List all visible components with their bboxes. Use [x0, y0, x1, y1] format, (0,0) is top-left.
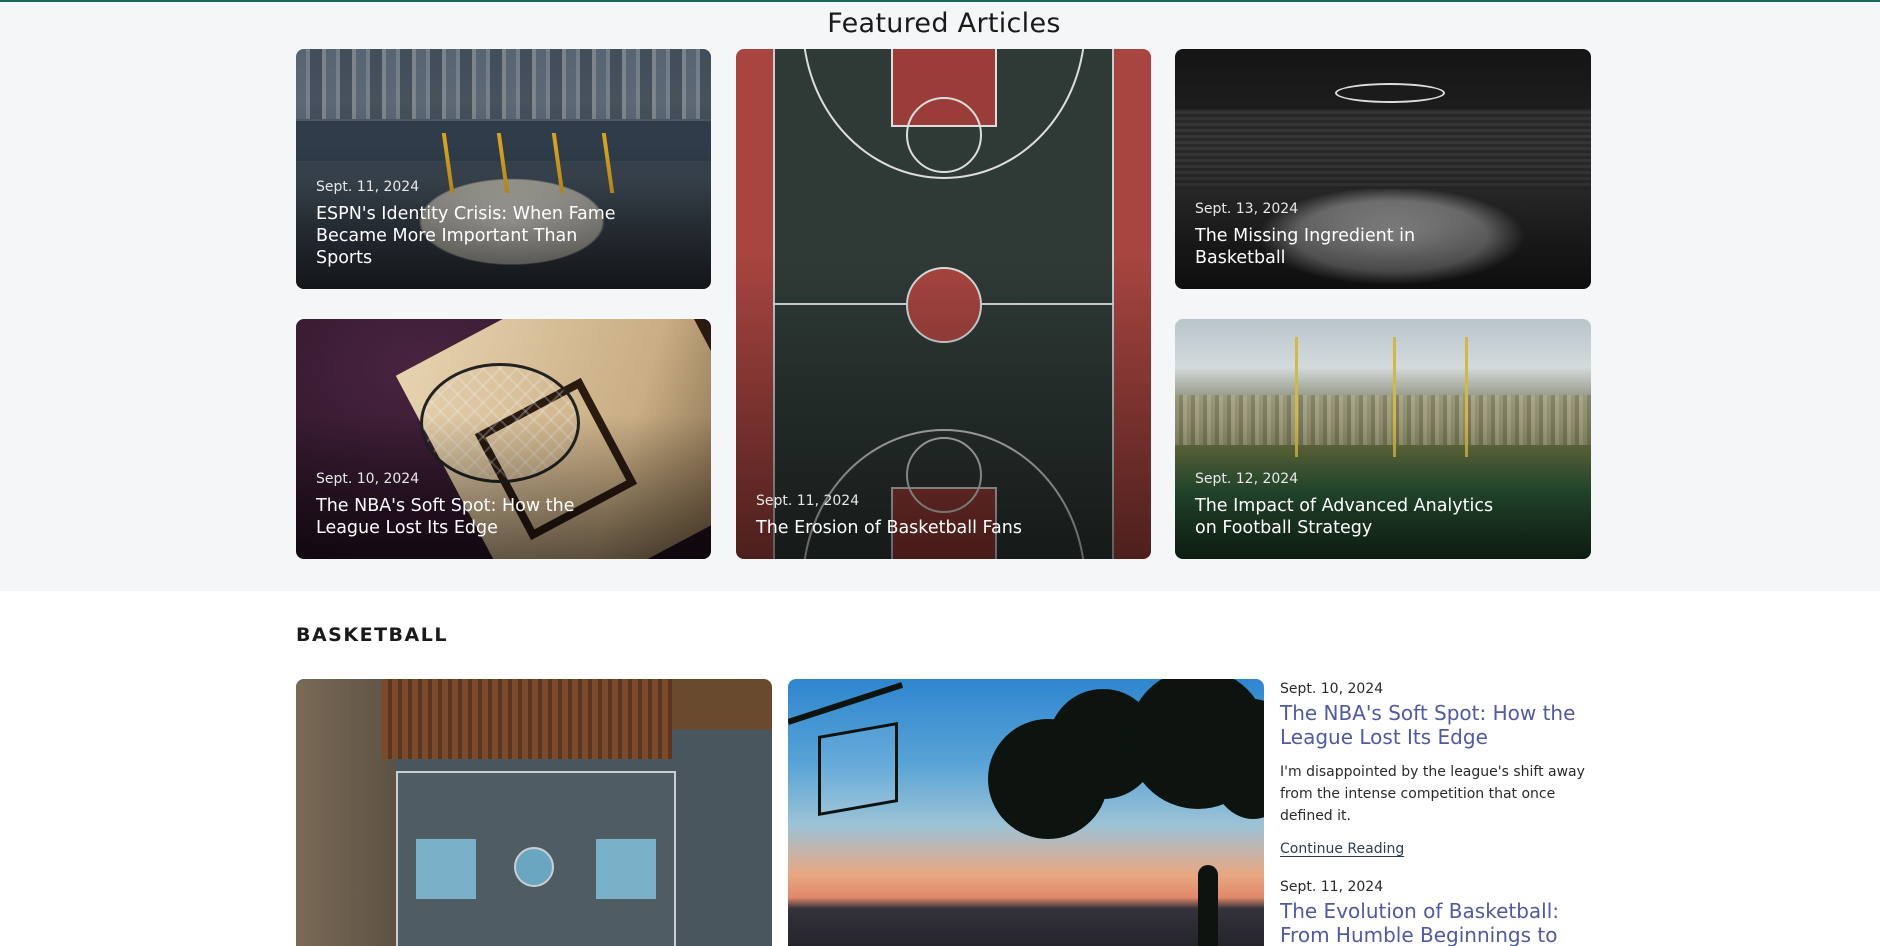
- image-ground: [296, 679, 396, 946]
- card-image: [296, 49, 711, 119]
- featured-card-missing-ingredient[interactable]: Sept. 13, 2024 The Missing Ingredient in…: [1175, 49, 1591, 289]
- list-item: Sept. 10, 2024 The NBA's Soft Spot: How …: [1280, 681, 1596, 857]
- featured-card-erosion[interactable]: Sept. 11, 2024 The Erosion of Basketball…: [736, 49, 1151, 559]
- basketball-article-list: Sept. 10, 2024 The NBA's Soft Spot: How …: [1280, 681, 1596, 946]
- image-hoop: [818, 721, 898, 817]
- card-title[interactable]: The Erosion of Basketball Fans: [756, 517, 1071, 539]
- list-item: Sept. 11, 2024 The Evolution of Basketba…: [1280, 879, 1596, 946]
- card-date: Sept. 10, 2024: [316, 471, 420, 487]
- section-heading-basketball: BASKETBALL: [296, 624, 448, 646]
- card-date: Sept. 11, 2024: [756, 493, 860, 509]
- article-date: Sept. 11, 2024: [1280, 879, 1384, 895]
- article-date: Sept. 10, 2024: [1280, 681, 1384, 697]
- image-hoop-pole: [788, 682, 904, 725]
- basketball-image-sunset-hoop[interactable]: [788, 679, 1264, 946]
- image-roof: [382, 679, 672, 759]
- card-date: Sept. 13, 2024: [1195, 201, 1299, 217]
- image-court-key: [596, 839, 656, 899]
- image-player: [1198, 865, 1218, 946]
- card-date: Sept. 11, 2024: [316, 179, 420, 195]
- card-meta: Sept. 11, 2024 ESPN's Identity Crisis: W…: [316, 179, 631, 269]
- card-title[interactable]: ESPN's Identity Crisis: When Fame Became…: [316, 203, 631, 269]
- card-title[interactable]: The Missing Ingredient in Basketball: [1195, 225, 1511, 269]
- continue-reading-link[interactable]: Continue Reading: [1280, 841, 1404, 857]
- card-meta: Sept. 10, 2024 The NBA's Soft Spot: How …: [316, 471, 631, 539]
- basketball-image-aerial-court[interactable]: [296, 679, 772, 946]
- article-excerpt: I'm disappointed by the league's shift a…: [1280, 764, 1585, 824]
- card-date: Sept. 12, 2024: [1195, 471, 1299, 487]
- featured-card-nba-soft-spot[interactable]: Sept. 10, 2024 The NBA's Soft Spot: How …: [296, 319, 711, 559]
- card-title[interactable]: The NBA's Soft Spot: How the League Lost…: [316, 495, 631, 539]
- court-circle: [906, 97, 982, 173]
- card-meta: Sept. 13, 2024 The Missing Ingredient in…: [1195, 201, 1511, 269]
- card-title[interactable]: The Impact of Advanced Analytics on Foot…: [1195, 495, 1511, 539]
- card-image-scoreboard: [1335, 83, 1445, 103]
- card-meta: Sept. 12, 2024 The Impact of Advanced An…: [1195, 471, 1511, 539]
- featured-card-espn[interactable]: Sept. 11, 2024 ESPN's Identity Crisis: W…: [296, 49, 711, 289]
- article-title-link[interactable]: The NBA's Soft Spot: How the League Lost…: [1280, 701, 1596, 749]
- featured-card-analytics[interactable]: Sept. 12, 2024 The Impact of Advanced An…: [1175, 319, 1591, 559]
- image-court-center: [514, 847, 554, 887]
- article-title-link[interactable]: The Evolution of Basketball: From Humble…: [1280, 899, 1596, 946]
- card-meta: Sept. 11, 2024 The Erosion of Basketball…: [756, 493, 1071, 539]
- image-court-key: [416, 839, 476, 899]
- featured-heading: Featured Articles: [827, 8, 1061, 39]
